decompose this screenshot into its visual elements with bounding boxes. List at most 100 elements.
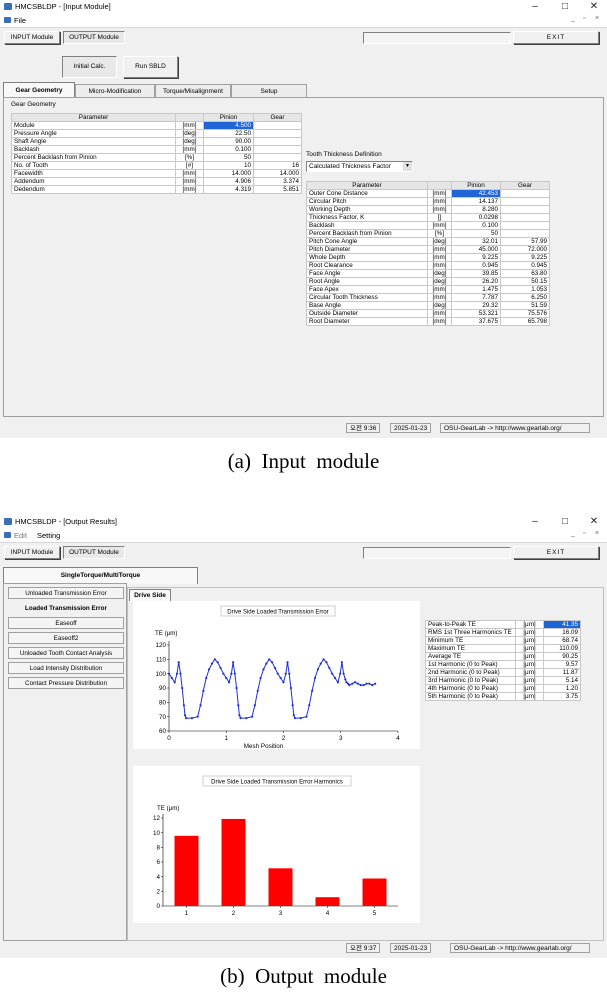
input-module-button[interactable]: INPUT Module: [4, 31, 60, 44]
value-cell[interactable]: [500, 213, 550, 222]
value-cell[interactable]: 5.851: [253, 185, 302, 194]
value-cell[interactable]: 26.20: [451, 277, 501, 286]
nav-loaded-te[interactable]: Loaded Transmission Error: [8, 602, 124, 614]
value-cell[interactable]: 11.87: [543, 668, 581, 677]
tab-single-multi-torque[interactable]: SingleTorque/MultiTorque: [3, 567, 198, 584]
value-cell[interactable]: 5.14: [543, 676, 581, 685]
tab-drive-side[interactable]: Drive Side: [129, 589, 171, 601]
value-cell[interactable]: 22.50: [203, 129, 254, 138]
tab-torque-misalignment[interactable]: Torque/Misalignment: [155, 84, 231, 97]
value-cell[interactable]: [253, 153, 302, 162]
status-link[interactable]: OSU-GearLab -> http://www.gearlab.org/: [440, 423, 590, 433]
initial-calc-button[interactable]: Initial Calc.: [62, 56, 117, 78]
value-cell[interactable]: [500, 229, 550, 238]
value-cell[interactable]: [253, 129, 302, 138]
mdi-close-icon[interactable]: ×: [595, 530, 599, 537]
value-cell[interactable]: 110.09: [543, 644, 581, 653]
value-cell[interactable]: [500, 221, 550, 230]
value-cell[interactable]: 7.787: [451, 293, 501, 302]
value-cell[interactable]: 42.453: [451, 189, 501, 198]
value-cell[interactable]: 53.321: [451, 309, 501, 318]
nav-contact-pressure[interactable]: Contact Pressure Distribution: [8, 677, 124, 689]
value-cell[interactable]: 0.945: [451, 261, 501, 270]
value-cell[interactable]: 8.280: [451, 205, 501, 214]
value-cell[interactable]: 16.09: [543, 628, 581, 637]
chevron-down-icon[interactable]: ▼: [403, 162, 412, 171]
maximize-button[interactable]: □: [555, 0, 575, 14]
value-cell[interactable]: [500, 189, 550, 198]
value-cell[interactable]: 50.15: [500, 277, 550, 286]
output-module-button[interactable]: OUTPUT Module: [63, 546, 125, 559]
exit-button[interactable]: EXIT: [513, 546, 599, 559]
value-cell[interactable]: 1.20: [543, 684, 581, 693]
value-cell[interactable]: 32.01: [451, 237, 501, 246]
close-button[interactable]: ✕: [584, 515, 604, 529]
value-cell[interactable]: 63.80: [500, 269, 550, 278]
value-cell[interactable]: 65.798: [500, 317, 550, 326]
value-cell[interactable]: [253, 145, 302, 154]
value-cell[interactable]: 10: [203, 161, 254, 170]
nav-unloaded-tca[interactable]: Unloaded Tooth Contact Analysis: [8, 647, 124, 659]
value-cell[interactable]: 37.675: [451, 317, 501, 326]
value-cell[interactable]: 41.35: [543, 620, 581, 629]
mdi-minimize-icon[interactable]: _: [571, 530, 575, 537]
menu-setting[interactable]: Setting: [37, 531, 60, 540]
mdi-restore-icon[interactable]: ▫: [583, 530, 585, 537]
exit-button[interactable]: EXIT: [513, 31, 599, 44]
value-cell[interactable]: 4.500: [203, 121, 254, 130]
value-cell[interactable]: 1.475: [451, 285, 501, 294]
value-cell[interactable]: 14.000: [203, 169, 254, 178]
maximize-button[interactable]: □: [555, 515, 575, 529]
value-cell[interactable]: 0.0298: [451, 213, 501, 222]
close-button[interactable]: ✕: [584, 0, 604, 14]
value-cell[interactable]: 0.100: [203, 145, 254, 154]
value-cell[interactable]: 1.053: [500, 285, 550, 294]
value-cell[interactable]: 45.000: [451, 245, 501, 254]
value-cell[interactable]: 14.000: [253, 169, 302, 178]
value-cell[interactable]: 16: [253, 161, 302, 170]
value-cell[interactable]: 0.100: [451, 221, 501, 230]
value-cell[interactable]: 57.99: [500, 237, 550, 246]
value-cell[interactable]: 4.906: [203, 177, 254, 186]
value-cell[interactable]: 72.000: [500, 245, 550, 254]
run-sbld-button[interactable]: Run SBLD: [123, 56, 178, 78]
value-cell[interactable]: 90.00: [203, 137, 254, 146]
value-cell[interactable]: 29.32: [451, 301, 501, 310]
value-cell[interactable]: 75.576: [500, 309, 550, 318]
nav-unloaded-te[interactable]: Unloaded Transmission Error: [8, 587, 124, 599]
value-cell[interactable]: [253, 137, 302, 146]
value-cell[interactable]: 3.374: [253, 177, 302, 186]
value-cell[interactable]: 50: [451, 229, 501, 238]
tooth-thickness-select[interactable]: Calculated Thickness Factor ▼: [306, 161, 413, 172]
value-cell[interactable]: 51.59: [500, 301, 550, 310]
tab-micro-modification[interactable]: Micro-Modification: [75, 84, 155, 97]
output-module-button[interactable]: OUTPUT Module: [63, 31, 125, 44]
tab-gear-geometry[interactable]: Gear Geometry: [3, 82, 75, 98]
value-cell[interactable]: 6.250: [500, 293, 550, 302]
input-module-button[interactable]: INPUT Module: [4, 546, 60, 559]
nav-load-intensity[interactable]: Load Intensity Distribution: [8, 662, 124, 674]
nav-easeoff[interactable]: Easeoff: [8, 617, 124, 629]
value-cell[interactable]: 4.319: [203, 185, 254, 194]
minimize-button[interactable]: –: [525, 515, 545, 529]
status-link[interactable]: OSU-GearLab -> http://www.gearlab.org/: [450, 943, 590, 953]
value-cell[interactable]: [500, 197, 550, 206]
value-cell[interactable]: [500, 205, 550, 214]
mdi-restore-icon[interactable]: ▫: [583, 15, 585, 22]
value-cell[interactable]: 68.74: [543, 636, 581, 645]
value-cell[interactable]: 9.225: [451, 253, 501, 262]
minimize-button[interactable]: –: [525, 0, 545, 14]
menu-file[interactable]: File: [14, 16, 26, 25]
nav-easeoff2[interactable]: Easeoff2: [8, 632, 124, 644]
tab-setup[interactable]: Setup: [231, 84, 307, 97]
value-cell[interactable]: 90.25: [543, 652, 581, 661]
value-cell[interactable]: [253, 121, 302, 130]
value-cell[interactable]: 50: [203, 153, 254, 162]
value-cell[interactable]: 9.225: [500, 253, 550, 262]
mdi-close-icon[interactable]: ×: [595, 15, 599, 22]
value-cell[interactable]: 14.137: [451, 197, 501, 206]
mdi-minimize-icon[interactable]: _: [571, 15, 575, 22]
menu-edit[interactable]: Edit: [14, 531, 27, 540]
value-cell[interactable]: 9.57: [543, 660, 581, 669]
value-cell[interactable]: 0.945: [500, 261, 550, 270]
